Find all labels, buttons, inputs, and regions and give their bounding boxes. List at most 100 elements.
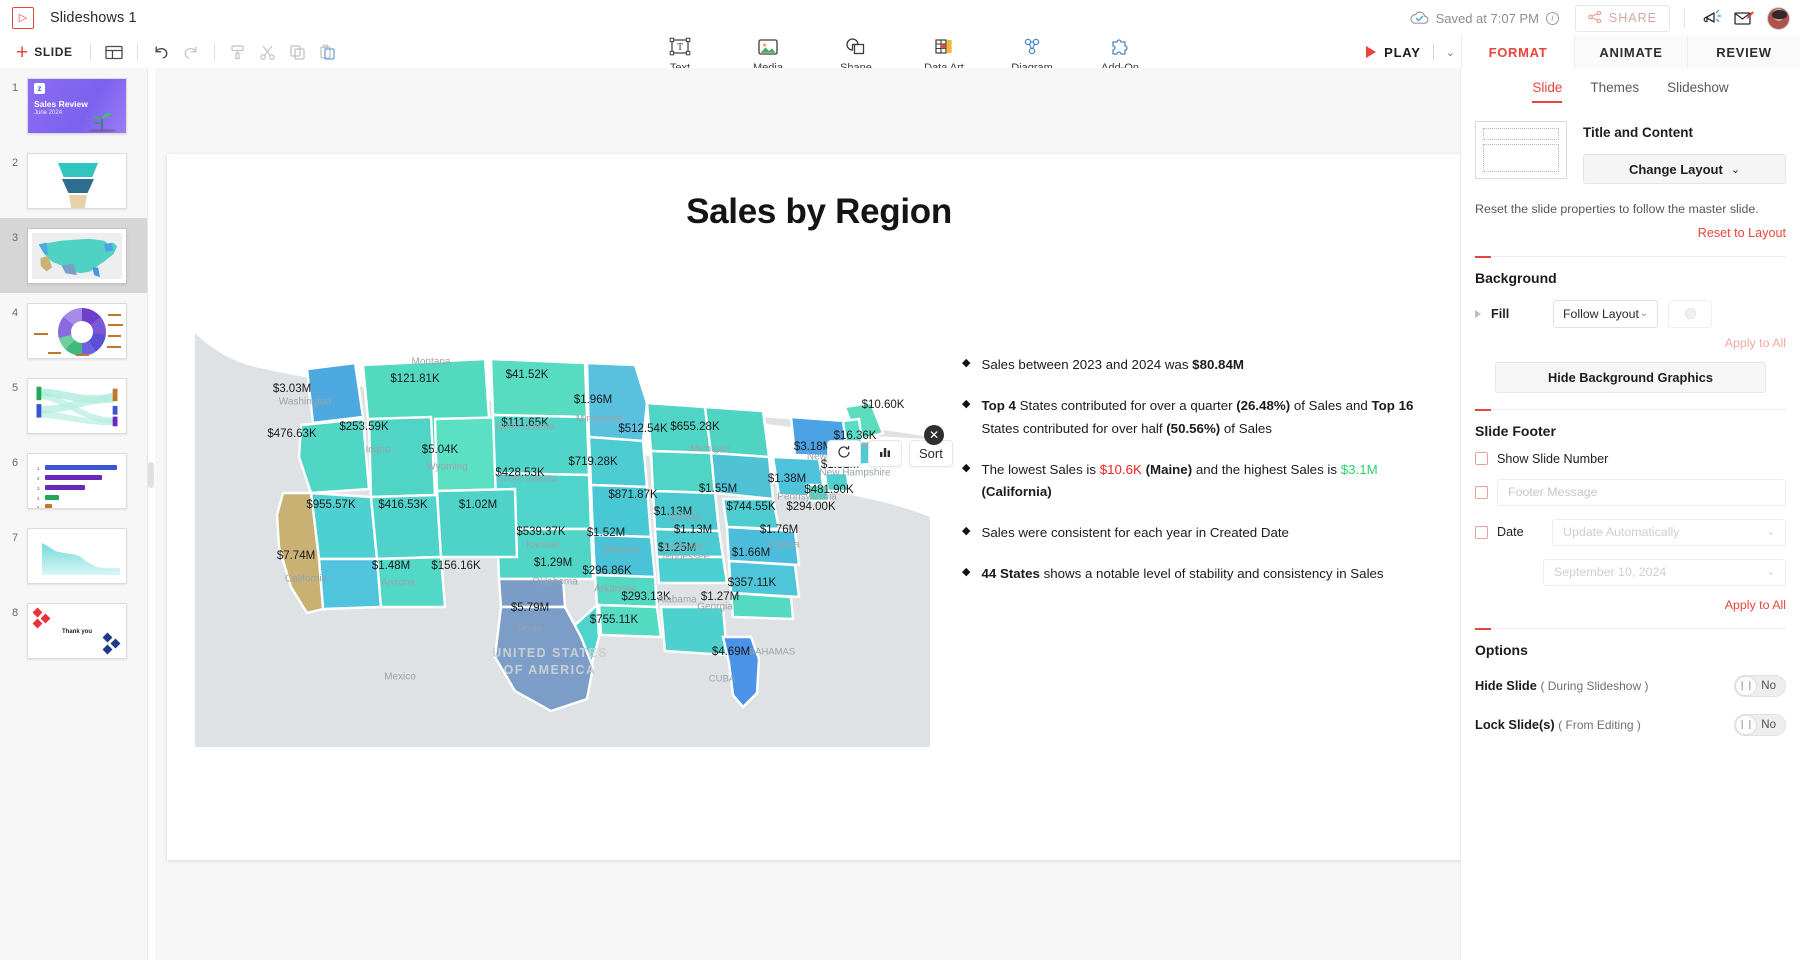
current-slide[interactable]: Sales by Region — [167, 154, 1471, 860]
date-mode-select[interactable]: Update Automatically ⌄ — [1552, 519, 1786, 546]
refresh-button[interactable] — [827, 440, 861, 467]
date-value-select[interactable]: September 10, 2024 ⌄ — [1543, 559, 1786, 586]
thumb-bar — [45, 485, 85, 490]
insert-diagram-button[interactable]: Diagram — [1001, 16, 1063, 74]
plus-icon: + — [16, 42, 28, 63]
slide-thumb-1[interactable]: 1 z Sales Review June 2024 — [0, 68, 147, 143]
background-heading: Background — [1475, 257, 1786, 286]
document-title[interactable]: Slideshows 1 — [50, 10, 137, 26]
donut-label-line — [34, 333, 48, 335]
paste-icon[interactable] — [314, 38, 342, 66]
fill-value: Follow Layout — [1563, 307, 1639, 321]
avatar[interactable] — [1767, 7, 1790, 30]
footer-message-input[interactable]: Footer Message — [1497, 479, 1786, 506]
state-value-washington: $3.03M — [273, 383, 311, 395]
state-value-pennsylvania: $1.38M — [768, 473, 806, 485]
plant-illustration-icon — [84, 106, 120, 132]
copy-icon[interactable] — [284, 38, 312, 66]
slide-thumb-8[interactable]: 8 Thank you — [0, 593, 147, 668]
slide-thumb-4[interactable]: 4 — [0, 293, 147, 368]
bullet-diamond-icon: ◆ — [962, 354, 970, 377]
show-slide-number-row[interactable]: Show Slide Number — [1475, 452, 1786, 466]
share-button[interactable]: SHARE — [1575, 5, 1670, 32]
envelope-edit-icon[interactable] — [1729, 3, 1759, 33]
page-title[interactable]: Sales by Region — [167, 192, 1471, 232]
hide-background-graphics-button[interactable]: Hide Background Graphics — [1495, 362, 1766, 393]
slide-thumbnail-panel[interactable]: 1 z Sales Review June 2024 2 — [0, 68, 148, 960]
footer-message-row[interactable]: Footer Message — [1475, 479, 1786, 506]
insert-media-button[interactable]: Media — [737, 16, 799, 74]
insert-data-art-button[interactable]: Data Art — [913, 16, 975, 74]
app-logo-icon[interactable]: ▷ — [12, 7, 34, 29]
tab-review[interactable]: REVIEW — [1687, 36, 1800, 68]
bar-index: 3 — [37, 486, 40, 491]
insert-addon-button[interactable]: Add-On — [1089, 16, 1151, 74]
scissors-icon[interactable] — [254, 38, 282, 66]
slide-thumb-6[interactable]: 6 1 2 3 4 5 — [0, 443, 147, 518]
section-divider — [1475, 256, 1786, 257]
date-row[interactable]: Date Update Automatically ⌄ — [1475, 519, 1786, 546]
footer-apply-to-all[interactable]: Apply to All — [1475, 598, 1786, 612]
section-divider — [1475, 628, 1786, 629]
megaphone-icon[interactable] — [1699, 3, 1729, 33]
close-icon[interactable]: ✕ — [924, 425, 944, 445]
change-layout-button[interactable]: Change Layout ⌄ — [1583, 154, 1786, 184]
layout-row: Title and Content Change Layout ⌄ — [1475, 121, 1786, 184]
state-name-kansas: Kansas — [526, 540, 559, 551]
play-button[interactable]: PLAY ⌄ — [1366, 44, 1455, 60]
chart-type-button[interactable] — [868, 440, 902, 467]
footer-message-checkbox[interactable] — [1475, 486, 1488, 499]
insert-text-button[interactable]: T Text — [649, 16, 711, 74]
save-status-text: Saved at 7:07 PM — [1436, 11, 1539, 26]
panel-resize-handle[interactable] — [148, 462, 154, 488]
show-slide-number-checkbox[interactable] — [1475, 452, 1488, 465]
slide-footer-heading: Slide Footer — [1475, 410, 1786, 439]
state-name-missouri: Missouri — [603, 545, 640, 556]
redo-icon[interactable] — [177, 38, 205, 66]
color-swatch-button[interactable] — [1668, 300, 1712, 328]
lock-slide-label-main: Lock Slide(s) — [1475, 717, 1555, 732]
share-label: SHARE — [1609, 11, 1657, 25]
layout-icon[interactable] — [100, 38, 128, 66]
slide-thumb-2[interactable]: 2 — [0, 143, 147, 218]
insert-shape-button[interactable]: Shape — [825, 16, 887, 74]
puzzle-icon — [1108, 34, 1132, 58]
tab-slide[interactable]: Slide — [1532, 80, 1562, 103]
hide-slide-toggle[interactable]: ❙❙ No — [1734, 675, 1786, 697]
background-apply-to-all[interactable]: Apply to All — [1475, 336, 1786, 350]
tab-format[interactable]: FORMAT — [1461, 36, 1574, 68]
add-slide-button[interactable]: + SLIDE — [8, 42, 81, 63]
date-checkbox[interactable] — [1475, 526, 1488, 539]
list-item: ◆ Sales were consistent for each year in… — [962, 522, 1417, 545]
slide-thumb-3[interactable]: 3 — [0, 218, 147, 293]
expand-triangle-icon[interactable] — [1475, 310, 1481, 318]
main-toolbar: + SLIDE — [0, 36, 1800, 68]
play-triangle-icon — [1366, 46, 1376, 58]
chevron-down-icon[interactable]: ⌄ — [1446, 46, 1455, 59]
slide-thumb-7[interactable]: 7 — [0, 518, 147, 593]
lock-slide-toggle[interactable]: ❙❙ No — [1734, 714, 1786, 736]
format-painter-icon[interactable] — [224, 38, 252, 66]
state-name-tennessee: Tennessee — [661, 552, 709, 563]
date-value-row[interactable]: September 10, 2024 ⌄ — [1543, 559, 1786, 586]
tab-animate[interactable]: ANIMATE — [1574, 36, 1687, 68]
hide-slide-label: Hide Slide ( During Slideshow ) — [1475, 678, 1648, 693]
tab-themes[interactable]: Themes — [1590, 80, 1639, 103]
reset-to-layout-link[interactable]: Reset to Layout — [1475, 226, 1786, 240]
slide-thumb-5[interactable]: 5 — [0, 368, 147, 443]
options-heading: Options — [1475, 629, 1786, 658]
add-slide-label: SLIDE — [34, 45, 72, 59]
tab-slideshow[interactable]: Slideshow — [1667, 80, 1729, 103]
bullet-text-2: Top 4 States contributed for over a quar… — [981, 395, 1417, 441]
list-item: ◆ Sales between 2023 and 2024 was $80.84… — [962, 354, 1417, 377]
state-value-michigan: $655.28K — [670, 421, 719, 433]
insights-text-box[interactable]: ◆ Sales between 2023 and 2024 was $80.84… — [962, 354, 1417, 604]
refresh-icon — [837, 445, 851, 462]
fill-label: Fill — [1491, 307, 1543, 321]
fill-select[interactable]: Follow Layout ⌄ — [1553, 300, 1658, 328]
slide-number: 8 — [12, 607, 18, 619]
layout-preview[interactable] — [1475, 121, 1567, 179]
undo-icon[interactable] — [147, 38, 175, 66]
us-sales-map[interactable]: UNITED STATESOF AMERICA Mexico CUBA BAHA… — [195, 307, 930, 747]
info-icon[interactable]: i — [1546, 12, 1559, 25]
